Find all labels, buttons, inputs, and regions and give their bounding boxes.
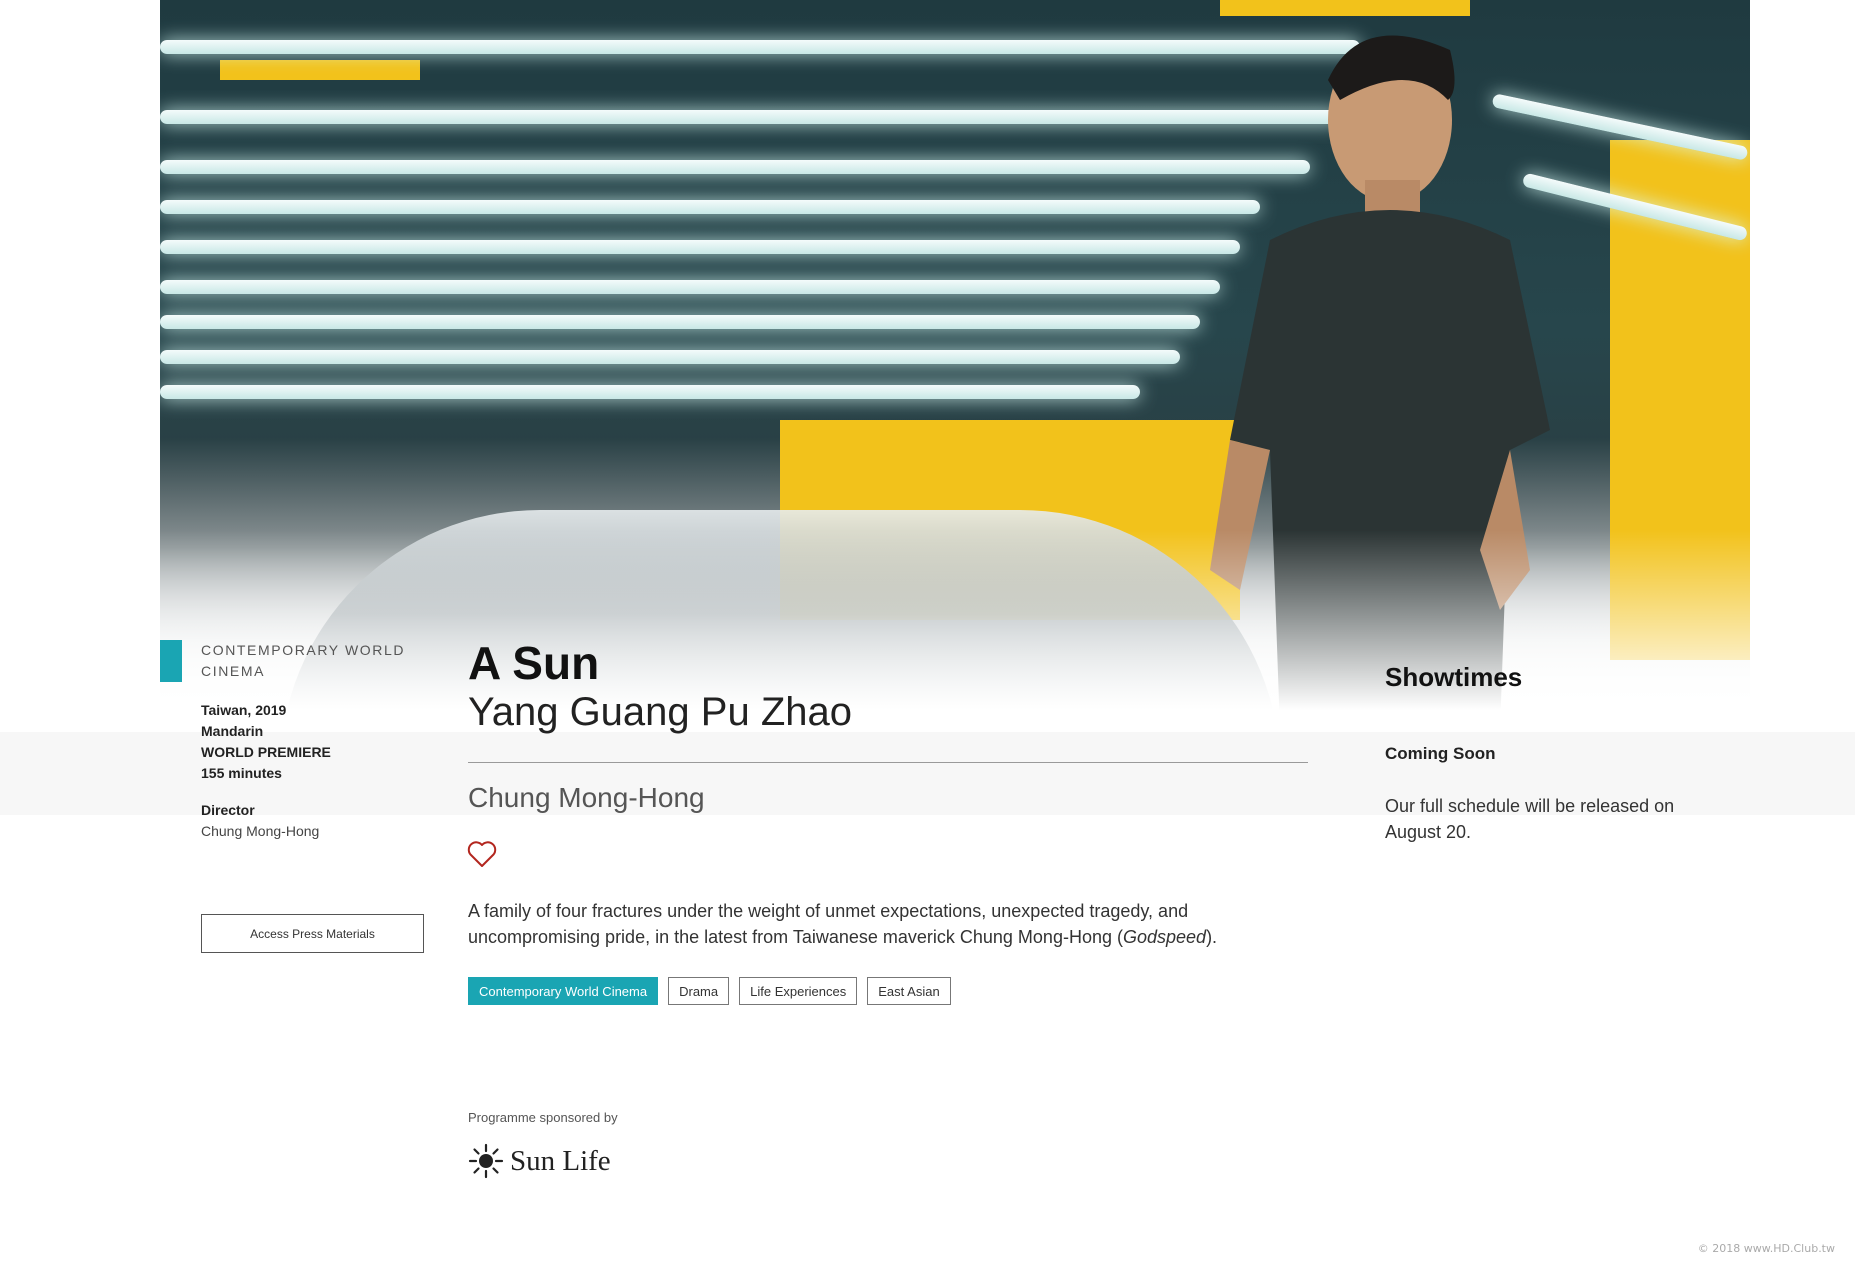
program-label: Contemporary World Cinema [201, 642, 406, 679]
sponsor-label: Programme sponsored by [468, 1110, 618, 1125]
synopsis-film-reference: Godspeed [1122, 927, 1207, 947]
access-press-materials-button[interactable]: Access Press Materials [201, 914, 424, 953]
film-original-title: Yang Guang Pu Zhao [468, 690, 852, 734]
country-year: Taiwan, 2019 [201, 702, 287, 718]
tag-theme[interactable]: Life Experiences [739, 977, 858, 1005]
title-divider [468, 762, 1308, 763]
hero-image [160, 0, 1750, 730]
film-director: Chung Mong-Hong [468, 782, 705, 813]
tag-region[interactable]: East Asian [867, 977, 951, 1005]
language: Mandarin [201, 723, 264, 739]
hero-fade [160, 530, 1750, 730]
showtimes-status: Coming Soon [1385, 744, 1496, 763]
synopsis: A family of four fractures under the wei… [468, 901, 1218, 947]
program-accent-bar [160, 640, 182, 682]
premiere-status: WORLD PREMIERE [201, 744, 331, 760]
showtimes-heading: Showtimes [1385, 662, 1523, 692]
watermark: © 2018 www.HD.Club.tw [1697, 1242, 1835, 1255]
schedule-note: Our full schedule will be released on Au… [1385, 796, 1675, 842]
director-label: Director [201, 802, 255, 818]
film-title: A Sun [468, 637, 600, 689]
heart-icon[interactable] [467, 840, 497, 868]
film-meta: Taiwan, 2019 Mandarin WORLD PREMIERE 155… [201, 700, 331, 784]
runtime: 155 minutes [201, 765, 282, 781]
sun-life-logo-icon [468, 1143, 504, 1179]
director-name: Chung Mong-Hong [201, 823, 320, 839]
tag-program[interactable]: Contemporary World Cinema [468, 977, 659, 1005]
tag-genre[interactable]: Drama [668, 977, 730, 1005]
sponsor-name: Sun Life [510, 1144, 611, 1177]
tag-list: Contemporary World Cinema Drama Life Exp… [468, 977, 951, 1005]
sponsor-logo[interactable]: Sun Life [468, 1143, 611, 1179]
